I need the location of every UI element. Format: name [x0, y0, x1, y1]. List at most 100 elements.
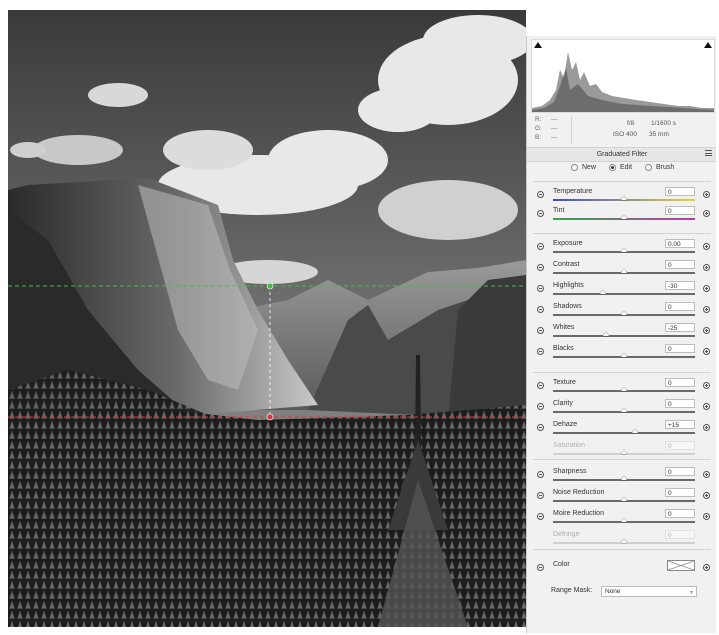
dehaze-minus-icon[interactable]: [537, 424, 544, 431]
photo-canvas[interactable]: [8, 10, 526, 627]
moire-reduction-value-field[interactable]: 0: [665, 509, 695, 518]
slider-row-texture: Texture 0: [527, 377, 716, 396]
clarity-value-field[interactable]: 0: [665, 399, 695, 408]
whites-slider-track[interactable]: [553, 335, 695, 337]
aperture: f/8: [627, 120, 635, 127]
mode-edit[interactable]: Edit: [609, 164, 632, 171]
sharpness-slider-thumb[interactable]: [621, 476, 627, 480]
noise-reduction-minus-icon[interactable]: [537, 492, 544, 499]
moire-reduction-minus-icon[interactable]: [537, 513, 544, 520]
color-label: Color: [553, 561, 570, 568]
tint-minus-icon[interactable]: [537, 210, 544, 217]
focal-length: 35 mm: [649, 131, 669, 138]
shadow-clipping-icon[interactable]: [534, 42, 542, 48]
slider-row-blacks: Blacks 0: [527, 343, 716, 362]
mode-new[interactable]: New: [571, 164, 596, 171]
texture-label: Texture: [553, 379, 576, 386]
shadows-plus-icon[interactable]: [703, 306, 710, 313]
g-label: G:: [535, 125, 542, 132]
dehaze-plus-icon[interactable]: [703, 424, 710, 431]
tint-slider-thumb[interactable]: [621, 215, 627, 219]
slider-row-dehaze: Dehaze +15: [527, 419, 716, 438]
shutter-speed: 1/1600 s: [651, 120, 676, 127]
highlights-plus-icon[interactable]: [703, 285, 710, 292]
whites-value-field[interactable]: -25: [665, 323, 695, 332]
range-mask-select[interactable]: None ▾: [601, 586, 697, 597]
exposure-value-field[interactable]: 0.00: [665, 239, 695, 248]
texture-value-field[interactable]: 0: [665, 378, 695, 387]
highlights-minus-icon[interactable]: [537, 285, 544, 292]
mode-edit-radio-icon[interactable]: [609, 164, 616, 171]
shadows-value-field[interactable]: 0: [665, 302, 695, 311]
tint-value-field[interactable]: 0: [665, 206, 695, 215]
exposure-slider-thumb[interactable]: [621, 248, 627, 252]
contrast-plus-icon[interactable]: [703, 264, 710, 271]
temperature-label: Temperature: [553, 188, 593, 195]
shadows-minus-icon[interactable]: [537, 306, 544, 313]
clarity-plus-icon[interactable]: [703, 403, 710, 410]
blacks-plus-icon[interactable]: [703, 348, 710, 355]
b-label: B:: [535, 134, 542, 141]
shadows-slider-thumb[interactable]: [621, 311, 627, 315]
temperature-value-field[interactable]: 0: [665, 187, 695, 196]
dehaze-value-field[interactable]: +15: [665, 420, 695, 429]
filter-end-pin[interactable]: [266, 413, 274, 421]
temperature-minus-icon[interactable]: [537, 191, 544, 198]
moire-reduction-slider-thumb[interactable]: [621, 518, 627, 522]
slider-row-tint: Tint 0: [527, 205, 716, 224]
noise-reduction-label: Noise Reduction: [553, 489, 605, 496]
blacks-value-field[interactable]: 0: [665, 344, 695, 353]
mode-new-radio-icon[interactable]: [571, 164, 578, 171]
noise-reduction-value-field[interactable]: 0: [665, 488, 695, 497]
moire-reduction-label: Moire Reduction: [553, 510, 604, 517]
highlights-slider-thumb[interactable]: [599, 290, 606, 294]
blacks-minus-icon[interactable]: [537, 348, 544, 355]
texture-minus-icon[interactable]: [537, 382, 544, 389]
panel-menu-icon[interactable]: [705, 150, 712, 156]
exposure-plus-icon[interactable]: [703, 243, 710, 250]
noise-reduction-slider-thumb[interactable]: [621, 497, 627, 501]
contrast-slider-thumb[interactable]: [621, 269, 627, 273]
landscape-photo: [8, 10, 526, 627]
divider: [533, 549, 711, 550]
temperature-plus-icon[interactable]: [703, 191, 710, 198]
mode-brush[interactable]: Brush: [645, 164, 674, 171]
divider: [533, 459, 711, 460]
whites-plus-icon[interactable]: [703, 327, 710, 334]
dehaze-label: Dehaze: [553, 421, 578, 428]
highlight-clipping-icon[interactable]: [704, 42, 712, 48]
slider-row-saturation: Saturation 0: [527, 440, 716, 459]
whites-slider-thumb[interactable]: [603, 332, 610, 336]
tint-plus-icon[interactable]: [703, 210, 710, 217]
highlights-slider-track[interactable]: [553, 293, 695, 295]
sharpness-label: Sharpness: [553, 468, 587, 475]
sharpness-value-field[interactable]: 0: [665, 467, 695, 476]
temperature-slider-thumb[interactable]: [621, 196, 627, 200]
sharpness-minus-icon[interactable]: [537, 471, 544, 478]
whites-minus-icon[interactable]: [537, 327, 544, 334]
texture-slider-thumb[interactable]: [621, 387, 627, 391]
divider: [533, 372, 711, 373]
blacks-slider-thumb[interactable]: [621, 353, 627, 357]
dehaze-slider-track[interactable]: [553, 432, 695, 434]
no-color-swatch-icon[interactable]: [667, 560, 695, 571]
range-mask-label: Range Mask:: [551, 587, 593, 594]
exposure-label: Exposure: [553, 240, 583, 247]
contrast-minus-icon[interactable]: [537, 264, 544, 271]
color-minus-icon[interactable]: [537, 564, 544, 571]
shadows-label: Shadows: [553, 303, 582, 310]
contrast-value-field[interactable]: 0: [665, 260, 695, 269]
sharpness-plus-icon[interactable]: [703, 471, 710, 478]
clarity-minus-icon[interactable]: [537, 403, 544, 410]
clarity-slider-thumb[interactable]: [621, 408, 627, 412]
moire-reduction-plus-icon[interactable]: [703, 513, 710, 520]
mode-brush-radio-icon[interactable]: [645, 164, 652, 171]
color-plus-icon[interactable]: [703, 564, 710, 571]
iso: ISO 400: [613, 131, 637, 138]
noise-reduction-plus-icon[interactable]: [703, 492, 710, 499]
highlights-value-field[interactable]: -30: [665, 281, 695, 290]
exposure-minus-icon[interactable]: [537, 243, 544, 250]
filter-start-pin[interactable]: [266, 282, 274, 290]
texture-plus-icon[interactable]: [703, 382, 710, 389]
dehaze-slider-thumb[interactable]: [631, 429, 638, 433]
